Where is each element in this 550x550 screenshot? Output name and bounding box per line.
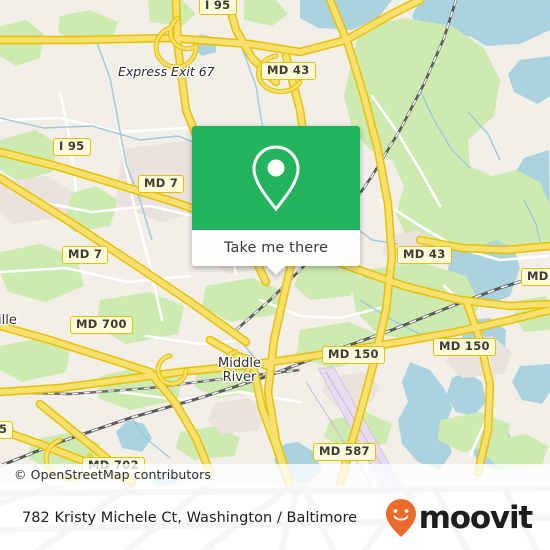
moovit-smiley-pin-icon bbox=[385, 499, 416, 537]
popup-tail bbox=[266, 265, 286, 275]
take-me-there-label: Take me there bbox=[223, 240, 329, 256]
osm-attribution[interactable]: © OpenStreetMap contributors bbox=[0, 464, 550, 486]
moovit-map-share-card: Express Exit 67 Middle River ille I 95 M… bbox=[0, 0, 550, 550]
moovit-wordmark: moovit bbox=[418, 499, 534, 536]
popup-action-bar[interactable]: Take me there bbox=[192, 230, 360, 275]
moovit-logo[interactable]: moovit bbox=[384, 498, 534, 538]
map-pin-icon bbox=[252, 145, 300, 212]
footer-bar: 782 Kristy Michele Ct, Washington / Balt… bbox=[0, 486, 550, 550]
take-me-there-popup[interactable]: Take me there bbox=[192, 126, 360, 275]
popup-marker-panel bbox=[192, 126, 360, 230]
footer-address-text: 782 Kristy Michele Ct, Washington / Balt… bbox=[22, 510, 358, 526]
